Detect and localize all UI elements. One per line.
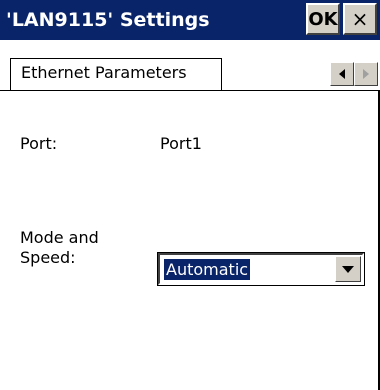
tab-ethernet-parameters[interactable]: Ethernet Parameters bbox=[10, 58, 222, 92]
tab-scroll-right-button[interactable] bbox=[354, 62, 378, 86]
port-label: Port: bbox=[20, 134, 58, 153]
ok-button[interactable]: OK bbox=[306, 3, 340, 35]
mode-speed-selected-value[interactable]: Automatic bbox=[162, 258, 252, 281]
triangle-right-icon bbox=[363, 69, 369, 79]
close-icon: × bbox=[351, 7, 369, 31]
triangle-left-icon bbox=[339, 69, 345, 79]
settings-window: 'LAN9115' Settings OK × Ethernet Paramet… bbox=[0, 0, 380, 390]
mode-speed-label-line1: Mode and bbox=[20, 228, 99, 247]
tab-scroll-left-button[interactable] bbox=[330, 62, 354, 86]
mode-speed-label: Mode and Speed: bbox=[20, 228, 130, 268]
port-value: Port1 bbox=[160, 134, 202, 153]
mode-speed-label-line2: Speed: bbox=[20, 248, 76, 267]
chevron-down-icon bbox=[342, 265, 354, 273]
dialog-client-area: Ethernet Parameters Port: Port1 Mode and… bbox=[0, 40, 380, 390]
mode-speed-dropdown[interactable]: Automatic bbox=[157, 252, 365, 286]
window-title: 'LAN9115' Settings bbox=[6, 9, 210, 31]
dropdown-button[interactable] bbox=[335, 256, 361, 282]
close-button[interactable]: × bbox=[343, 3, 377, 35]
title-bar: 'LAN9115' Settings OK × bbox=[0, 0, 380, 40]
